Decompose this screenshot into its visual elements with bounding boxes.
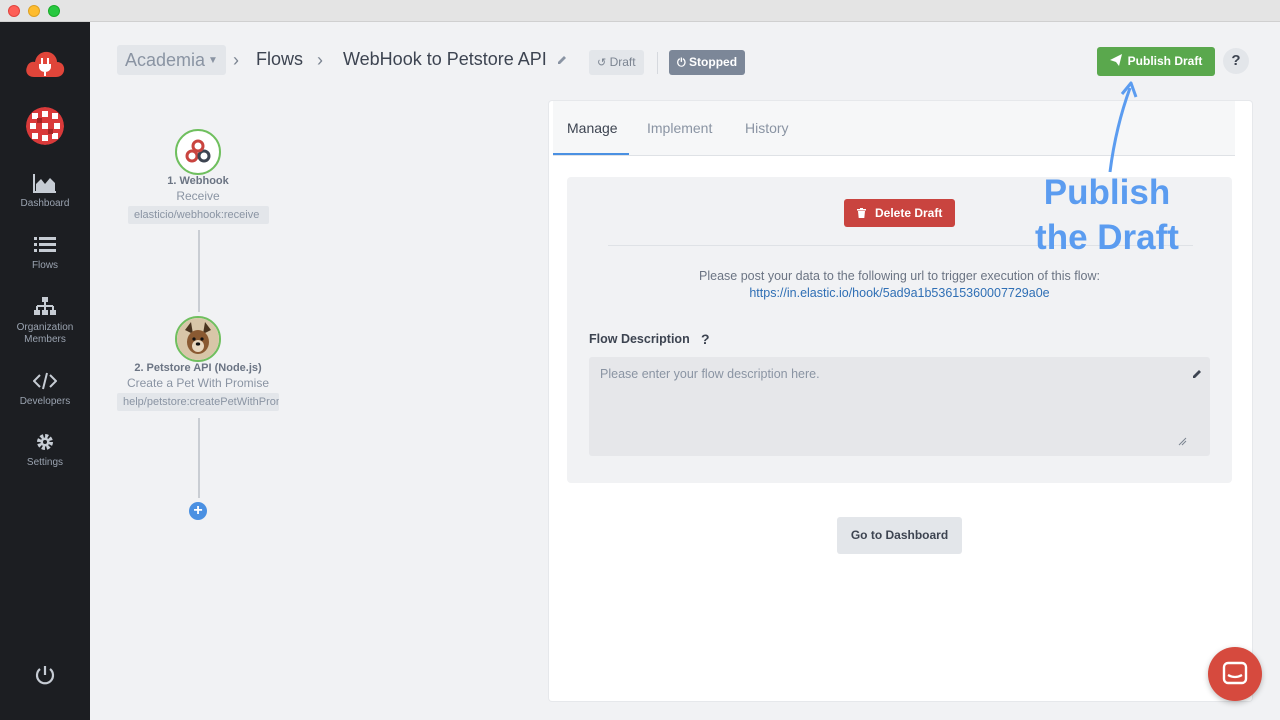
power-icon: ⏻ [677,57,686,69]
go-to-dashboard-button[interactable]: Go to Dashboard [837,517,962,554]
history-icon: ↺ [597,57,607,69]
tab-implement[interactable]: Implement [647,120,712,136]
description-help-icon[interactable]: ? [701,331,710,347]
flow-description-input[interactable] [589,357,1210,456]
chevron-right-icon: › [233,50,239,70]
help-button[interactable]: ? [1223,48,1249,74]
chevron-right-icon: › [317,50,323,70]
chat-launcher-button[interactable] [1208,647,1262,701]
annotation-arrow-icon [1108,81,1138,173]
active-tab-indicator [553,153,629,155]
sidebar-item-label: Organization Members [16,322,74,345]
node-subtitle: Receive [176,189,220,203]
pencil-icon[interactable] [556,54,568,66]
node-component-tag: elasticio/webhook:receive [128,206,269,224]
pencil-icon[interactable] [1191,368,1203,380]
delete-draft-label: Delete Draft [874,206,943,220]
petstore-node-icon[interactable] [175,316,221,362]
node-subtitle: Create a Pet With Promise [126,376,270,390]
step-connector [198,418,200,498]
flow-title: WebHook to Petstore API [343,49,547,69]
sidebar-item-label: Flows [31,260,59,271]
cloud-plug-logo-icon[interactable] [24,47,66,81]
workspace-name: Academia [125,50,206,70]
sidebar: Dashboard Flows Organization Members Dev… [0,22,90,720]
add-step-button[interactable]: + [189,502,207,520]
publish-draft-button[interactable]: Publish Draft [1097,47,1215,76]
sidebar-item-flows[interactable]: Flows [0,234,90,272]
node-component-tag: help/petstore:createPetWithPromise [117,393,279,411]
workspace-selector[interactable]: Academia ▼ [117,45,226,75]
organization-avatar[interactable] [26,107,64,145]
resize-handle-icon[interactable] [1178,437,1187,446]
sidebar-item-settings[interactable]: Settings [0,431,90,469]
sidebar-item-organization-members[interactable]: Organization Members [0,296,90,346]
annotation-line-1: Publish [1043,173,1171,212]
zoom-window-button[interactable] [48,5,60,17]
sidebar-item-developers[interactable]: Developers [0,370,90,408]
close-window-button[interactable] [8,5,20,17]
power-icon[interactable] [34,664,56,686]
caret-down-icon: ▼ [208,55,218,66]
breadcrumb-flows[interactable]: Flows [256,49,303,70]
gear-icon [37,434,53,450]
flow-description-label: Flow Description [589,332,690,346]
node-title: 2. Petstore API (Node.js) [134,362,262,374]
window-titlebar [0,0,1280,22]
status-badge-label: Stopped [689,55,738,69]
list-icon [34,237,56,252]
delete-draft-button[interactable]: Delete Draft [844,199,955,227]
annotation-callout: Publish the Draft [1022,170,1192,260]
sidebar-item-label: Developers [19,396,71,407]
tab-history[interactable]: History [745,120,789,136]
minimize-window-button[interactable] [28,5,40,17]
draft-badge[interactable]: ↺ Draft [589,50,644,75]
header-divider [657,52,658,74]
node-title: 1. Webhook [167,175,229,187]
area-chart-icon [33,174,56,193]
sidebar-item-label: Settings [26,457,64,468]
publish-draft-label: Publish Draft [1127,54,1203,68]
tab-manage[interactable]: Manage [567,120,618,136]
sidebar-item-label: Dashboard [20,198,70,209]
webhook-hint-text: Please post your data to the following u… [699,269,1100,283]
paper-plane-icon [1109,54,1122,66]
code-icon [33,372,57,390]
webhook-url-link[interactable]: https://in.elastic.io/hook/5ad9a1b536153… [567,286,1232,300]
sidebar-item-dashboard[interactable]: Dashboard [0,172,90,210]
draft-badge-label: Draft [609,55,636,69]
step-connector [198,230,200,312]
trash-icon [856,206,869,220]
webhook-node-icon[interactable] [175,129,221,175]
chat-icon [1222,661,1248,685]
annotation-line-2: the Draft [1035,218,1179,257]
org-chart-icon [34,297,56,315]
status-badge[interactable]: ⏻ Stopped [669,50,746,75]
